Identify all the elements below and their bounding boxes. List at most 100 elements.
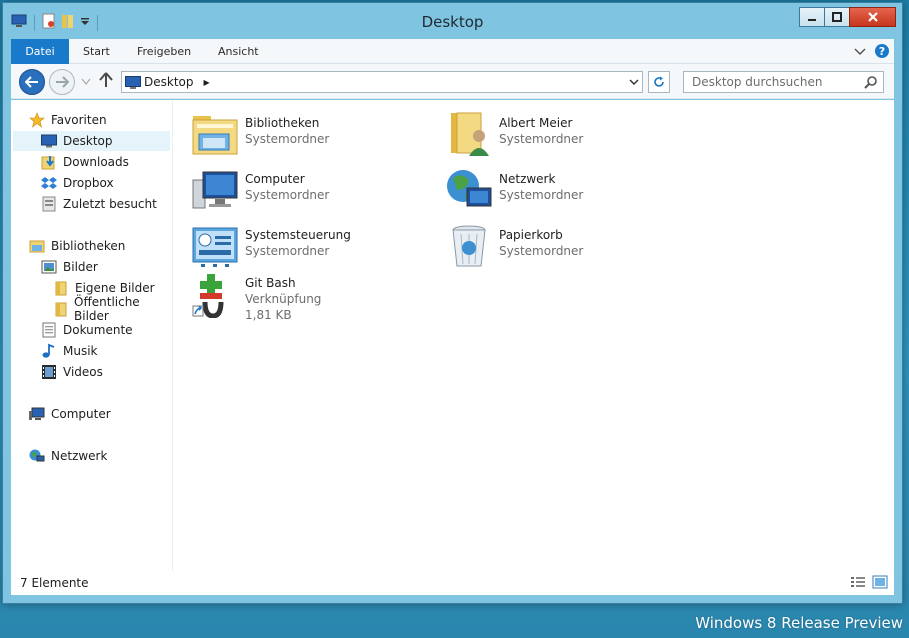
refresh-icon: [654, 76, 664, 87]
nav-item-libraries[interactable]: Bibliotheken: [29, 236, 125, 256]
tab-start[interactable]: Start: [73, 39, 120, 64]
user-folder-icon: [451, 112, 489, 156]
desktop-icon: [125, 76, 141, 89]
ribbon-controls: ?: [854, 43, 890, 62]
nav-item-dropbox[interactable]: Dropbox: [41, 173, 114, 193]
downloads-icon: [41, 154, 57, 170]
item-computer[interactable]: Computer Systemordner: [191, 166, 329, 214]
breadcrumb-arrow-icon[interactable]: ▶: [204, 78, 210, 87]
item-papierkorb[interactable]: Papierkorb Systemordner: [445, 222, 583, 270]
nav-label: Dropbox: [63, 176, 114, 190]
computer-icon: [192, 171, 238, 209]
details-view-icon[interactable]: [850, 575, 866, 592]
item-git-bash[interactable]: Git Bash Verknüpfung 1,81 KB: [191, 270, 321, 323]
nav-item-documents[interactable]: Dokumente: [41, 320, 133, 340]
nav-item-downloads[interactable]: Downloads: [41, 152, 129, 172]
item-type: Systemordner: [499, 132, 584, 146]
nav-item-favorites[interactable]: Favoriten: [29, 110, 107, 130]
svg-text:?: ?: [879, 45, 885, 58]
nav-label: Eigene Bilder: [75, 281, 155, 295]
maximize-icon: [832, 12, 842, 22]
address-bar[interactable]: Desktop ▶: [121, 71, 643, 93]
forward-button[interactable]: [49, 69, 75, 95]
nav-label: Computer: [51, 407, 111, 421]
nav-label: Bilder: [63, 260, 98, 274]
recent-places-icon: [41, 196, 57, 212]
minimize-button[interactable]: [799, 7, 825, 27]
nav-label: Favoriten: [51, 113, 107, 127]
recycle-bin-icon: [452, 225, 486, 267]
tab-ansicht[interactable]: Ansicht: [208, 39, 269, 64]
videos-icon: [41, 364, 57, 380]
item-systemsteuerung[interactable]: Systemsteuerung Systemordner: [191, 222, 351, 270]
close-button[interactable]: [849, 7, 896, 27]
large-icons-view-icon[interactable]: [872, 575, 888, 592]
watermark-text: Windows 8 Release Preview: [695, 614, 903, 632]
network-icon: [29, 448, 45, 464]
item-size: 1,81 KB: [245, 308, 292, 322]
item-netzwerk[interactable]: Netzwerk Systemordner: [445, 166, 583, 214]
documents-icon: [41, 322, 57, 338]
item-type: Verknüpfung: [245, 292, 322, 306]
nav-label: Öffentliche Bilder: [74, 295, 140, 323]
tab-freigeben[interactable]: Freigeben: [127, 39, 201, 64]
explorer-window: Desktop Datei Start Freigeben Ansicht ?: [2, 2, 903, 604]
item-name: Papierkorb: [499, 228, 563, 242]
nav-item-videos[interactable]: Videos: [41, 362, 103, 382]
search-box[interactable]: Desktop durchsuchen: [683, 71, 884, 93]
item-type: Systemordner: [245, 132, 330, 146]
desktop-icon: [41, 133, 57, 149]
item-albert-meier[interactable]: Albert Meier Systemordner: [445, 110, 583, 158]
nav-item-network[interactable]: Netzwerk: [29, 446, 107, 466]
title-bar[interactable]: Desktop: [3, 3, 902, 39]
nav-item-music[interactable]: Musik: [41, 341, 98, 361]
item-name: Systemsteuerung: [245, 228, 351, 242]
navigation-pane[interactable]: Favoriten Desktop Downloads Dropbox Zule…: [11, 100, 173, 571]
help-icon[interactable]: ?: [874, 43, 890, 62]
nav-item-desktop[interactable]: Desktop: [13, 131, 170, 151]
pictures-icon: [41, 259, 57, 275]
item-count: 7 Elemente: [20, 576, 89, 590]
content-area: Favoriten Desktop Downloads Dropbox Zule…: [11, 100, 894, 595]
item-name: Git Bash: [245, 276, 296, 290]
nav-label: Downloads: [63, 155, 129, 169]
close-icon: [867, 12, 878, 22]
nav-label: Videos: [63, 365, 103, 379]
expand-ribbon-icon[interactable]: [854, 46, 866, 60]
control-panel-icon: [192, 227, 238, 267]
recent-locations-icon[interactable]: [81, 75, 91, 89]
item-type: Systemordner: [499, 188, 584, 202]
item-name: Albert Meier: [499, 116, 573, 130]
ribbon-tabs: Datei Start Freigeben Ansicht ?: [11, 39, 894, 64]
tab-datei[interactable]: Datei: [11, 39, 69, 64]
nav-item-recent[interactable]: Zuletzt besucht: [41, 194, 157, 214]
up-button[interactable]: [99, 72, 113, 91]
minimize-icon: [808, 19, 816, 21]
nav-label: Desktop: [63, 134, 113, 148]
search-icon[interactable]: [864, 75, 878, 92]
folder-icon: [53, 280, 69, 296]
file-list[interactable]: Bibliotheken Systemordner Albert Meier S…: [173, 100, 894, 571]
arrow-left-icon: [25, 76, 38, 88]
address-dropdown-icon[interactable]: [629, 76, 639, 90]
nav-item-public-pictures[interactable]: Öffentliche Bilder: [53, 295, 172, 323]
search-placeholder: Desktop durchsuchen: [692, 75, 823, 89]
item-bibliotheken[interactable]: Bibliotheken Systemordner: [191, 110, 329, 158]
nav-label: Dokumente: [63, 323, 133, 337]
nav-item-computer[interactable]: Computer: [29, 404, 111, 424]
maximize-button[interactable]: [824, 7, 850, 27]
refresh-button[interactable]: [648, 71, 670, 93]
folder-icon: [53, 301, 68, 317]
breadcrumb-desktop[interactable]: Desktop: [144, 75, 194, 89]
nav-item-pictures[interactable]: Bilder: [41, 257, 98, 277]
window-controls: [799, 7, 896, 27]
back-button[interactable]: [19, 69, 45, 95]
arrow-up-icon: [99, 72, 113, 87]
item-type: Systemordner: [245, 244, 330, 258]
computer-icon: [29, 406, 45, 422]
network-icon: [447, 170, 492, 207]
star-icon: [29, 112, 45, 128]
navigation-bar: Desktop ▶ Desktop durchsuchen: [11, 64, 894, 99]
libraries-icon: [192, 116, 238, 155]
status-bar: 7 Elemente: [11, 571, 894, 595]
